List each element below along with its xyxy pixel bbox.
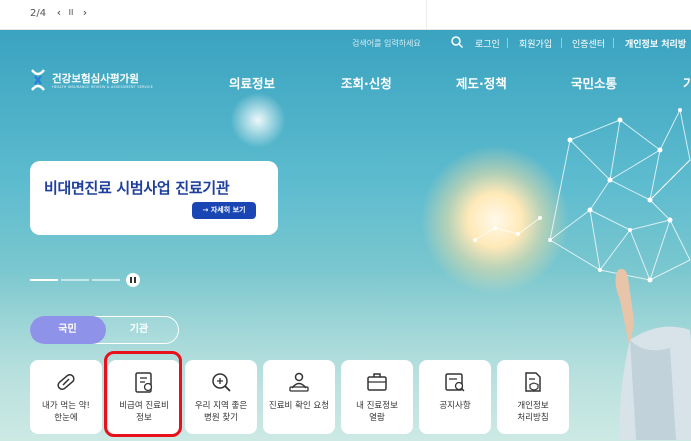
banner-title: 비대면진료 시범사업 진료기관 — [44, 179, 230, 197]
slide-indicator-1[interactable] — [30, 279, 58, 281]
slide-indicator-2[interactable] — [61, 279, 89, 281]
logo-mark-icon — [31, 69, 45, 91]
nav-public-communication[interactable]: 국민소통 — [571, 73, 617, 92]
quick-card-my-medication[interactable]: 내가 먹는 약! 한눈에 — [30, 360, 102, 434]
privacy-policy-link[interactable]: 개인정보 처리방 — [625, 37, 686, 51]
quick-card-my-medical-records[interactable]: 내 진료정보 열람 — [341, 360, 413, 434]
card-label: 내가 먹는 약! 한눈에 — [42, 401, 90, 423]
briefcase-icon — [367, 373, 387, 391]
light-glow — [228, 90, 288, 150]
promo-banner: 비대면진료 시범사업 진료기관 → 자세히 보기 — [30, 161, 278, 235]
nav-medical-info[interactable]: 의료정보 — [229, 73, 275, 92]
slide-indicator-3[interactable] — [92, 279, 120, 281]
nav-inquiry-application[interactable]: 조회·신청 — [341, 73, 392, 92]
notice-search-icon — [445, 373, 465, 392]
notice-bar: 2/4 ‹ II › — [0, 0, 691, 30]
quick-card-fee-check-request[interactable]: 진료비 확인 요청 — [263, 360, 335, 434]
constellation-graphic — [473, 216, 542, 242]
person-laptop-icon — [289, 372, 309, 392]
slide-pager: 2/4 — [30, 8, 47, 19]
nav-more[interactable]: 기 — [683, 73, 691, 92]
card-label: 공지사항 — [439, 401, 471, 411]
next-slide-button[interactable]: › — [78, 6, 92, 19]
person-illustration — [615, 269, 691, 440]
utility-separator — [561, 38, 562, 48]
topbar-divider — [426, 0, 427, 30]
logo-title: 건강보험심사평가원 — [52, 73, 139, 85]
quick-card-notices[interactable]: 공지사항 — [419, 360, 491, 434]
pill-icon — [57, 374, 75, 390]
login-link[interactable]: 로그인 — [475, 37, 500, 51]
toggle-citizen[interactable]: 국민 — [29, 315, 106, 344]
utility-separator — [613, 38, 614, 48]
search-input[interactable]: 검색어를 입력하세요 — [352, 38, 421, 49]
highlight-frame — [104, 351, 182, 437]
privacy-document-icon — [525, 372, 541, 392]
nav-system-policy[interactable]: 제도·정책 — [456, 73, 507, 92]
certificate-center-link[interactable]: 인증센터 — [572, 37, 605, 51]
quick-card-find-hospital[interactable]: 우리 지역 좋은 병원 찾기 — [185, 360, 257, 434]
quick-card-privacy-policy[interactable]: 개인정보 처리방침 — [497, 360, 569, 434]
card-label: 우리 지역 좋은 병원 찾기 — [194, 401, 248, 423]
toggle-institution[interactable]: 기관 — [101, 316, 177, 344]
card-label: 개인정보 처리방침 — [517, 401, 549, 423]
card-label: 내 진료정보 열람 — [356, 401, 398, 423]
pause-slider-button[interactable] — [126, 273, 140, 287]
site-logo[interactable]: 건강보험심사평가원 HEALTH INSURANCE REVIEW & ASSE… — [30, 68, 160, 94]
audience-toggle: 국민 기관 — [29, 315, 179, 344]
signup-link[interactable]: 회원가입 — [519, 37, 552, 51]
card-label: 진료비 확인 요청 — [268, 401, 330, 411]
pause-notice-button[interactable]: II — [64, 8, 78, 17]
utility-separator — [507, 38, 508, 48]
search-icon[interactable] — [450, 35, 464, 49]
logo-subtitle: HEALTH INSURANCE REVIEW & ASSESSMENT SER… — [52, 85, 154, 89]
hospital-search-icon — [212, 373, 231, 392]
view-details-button[interactable]: → 자세히 보기 — [192, 202, 256, 219]
